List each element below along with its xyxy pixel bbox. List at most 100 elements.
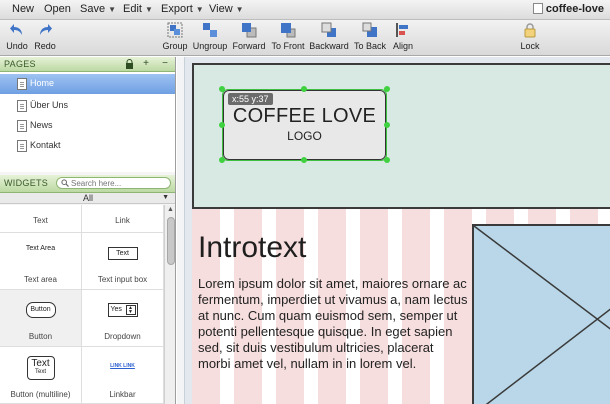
- dropdown-preview: Yes ▲ ▼: [107, 303, 138, 317]
- pages-header: PAGES + −: [0, 57, 175, 72]
- widget-filter-dropdown[interactable]: All ▼: [0, 193, 175, 204]
- menu-open[interactable]: Open: [44, 3, 71, 15]
- menu-save-label: Save: [80, 3, 106, 15]
- widgets-header-title: WIDGETS: [4, 178, 49, 188]
- image-placeholder-icon: [473, 225, 610, 404]
- page-item-label: Kontakt: [30, 140, 61, 150]
- spinner-icon: ▲ ▼: [125, 305, 136, 315]
- redo-label: Redo: [34, 41, 56, 51]
- widget-filter-value: All: [82, 193, 93, 203]
- left-panel: PAGES + − Home Über Uns News Kontakt WID…: [0, 57, 176, 404]
- widget-label: Text: [33, 216, 48, 225]
- bring-to-front-icon: [281, 23, 296, 38]
- chevron-down-icon: ▼: [144, 5, 153, 14]
- resize-handle-top-left[interactable]: [219, 86, 225, 92]
- lock-icon: [125, 59, 133, 69]
- scroll-up-icon: ▲: [167, 206, 174, 213]
- menu-export[interactable]: Export ▼: [161, 3, 204, 15]
- widget-button[interactable]: Button Button: [0, 290, 82, 347]
- page-item-news[interactable]: News: [0, 116, 175, 136]
- document-icon: [532, 3, 543, 14]
- menu-edit-label: Edit: [123, 3, 142, 15]
- button-multiline-preview: Text Text: [26, 356, 55, 380]
- intro-paragraph[interactable]: Lorem ipsum dolor sit amet, maiores orna…: [198, 276, 468, 372]
- page-item-label: News: [30, 120, 53, 130]
- menu-save[interactable]: Save ▼: [80, 3, 116, 15]
- dropdown-preview-value: Yes: [110, 306, 122, 313]
- widget-text[interactable]: Text: [0, 205, 82, 233]
- scrollbar-thumb[interactable]: [167, 217, 175, 265]
- widget-label: Text area: [24, 275, 57, 284]
- document-title-text: coffee-love: [545, 3, 604, 15]
- send-backward-icon: [321, 22, 336, 37]
- search-icon: [61, 179, 69, 187]
- toolbar: Undo Redo Group Ungroup Forward To Front…: [0, 20, 610, 56]
- page-item-ueber-uns[interactable]: Über Uns: [0, 96, 175, 116]
- menu-edit[interactable]: Edit ▼: [123, 3, 153, 15]
- plus-icon: +: [143, 58, 149, 69]
- document-title: coffee-love: [532, 3, 604, 15]
- button-multiline-preview-title: Text: [31, 358, 50, 369]
- widget-search-input[interactable]: [56, 177, 171, 189]
- widget-scrollbar[interactable]: ▲: [164, 205, 175, 404]
- minus-icon: −: [162, 58, 168, 69]
- resize-handle-bottom[interactable]: [301, 157, 307, 163]
- widget-dropdown[interactable]: Yes ▲ ▼ Dropdown: [82, 290, 164, 347]
- design-canvas[interactable]: COFFEE LOVE LOGO x:55 y:37 Introtext Lor…: [177, 57, 610, 404]
- menu-new[interactable]: New: [12, 3, 34, 15]
- chevron-down-icon: ▼: [195, 5, 204, 14]
- align-button[interactable]: Align: [373, 22, 433, 51]
- menu-new-label: New: [12, 3, 35, 15]
- redo-icon: [40, 24, 52, 35]
- widget-label: Link: [115, 216, 130, 225]
- linkbar-preview: LINK LINK: [110, 363, 135, 369]
- button-multiline-preview-sub: Text: [34, 369, 46, 375]
- page-item-label: Über Uns: [30, 100, 69, 110]
- menu-open-label: Open: [44, 3, 71, 15]
- bring-forward-icon: [242, 23, 257, 38]
- page-item-home[interactable]: Home: [0, 74, 175, 94]
- widget-label: Button (multiline): [10, 390, 71, 399]
- widget-label: Button: [28, 332, 53, 341]
- resize-handle-top[interactable]: [301, 86, 307, 92]
- widget-grid: Text Link Text Area Text area Text Text …: [0, 205, 164, 404]
- chevron-down-icon: ▼: [235, 5, 244, 14]
- align-label: Align: [392, 41, 413, 51]
- add-page-button[interactable]: +: [139, 58, 153, 70]
- lock-icon: [524, 23, 536, 38]
- lock-pages-button[interactable]: [122, 58, 136, 70]
- menu-export-label: Export: [161, 3, 193, 15]
- page-item-label: Home: [30, 78, 55, 88]
- widget-button-multiline[interactable]: Text Text Button (multiline): [0, 347, 82, 404]
- resize-handle-right[interactable]: [384, 122, 390, 128]
- text-input-preview: Text: [107, 247, 138, 260]
- pages-header-title: PAGES: [4, 59, 36, 69]
- widget-label: Dropdown: [104, 332, 141, 341]
- coordinate-tooltip: x:55 y:37: [228, 93, 273, 105]
- page-item-kontakt[interactable]: Kontakt: [0, 136, 175, 156]
- text-area-preview: Text Area: [25, 245, 56, 252]
- remove-page-button[interactable]: −: [158, 58, 172, 70]
- lock-button[interactable]: Lock: [500, 22, 560, 51]
- resize-handle-top-right[interactable]: [384, 86, 390, 92]
- widget-text-area[interactable]: Text Area Text area: [0, 233, 82, 290]
- image-placeholder[interactable]: [472, 224, 610, 404]
- menu-view-label: View: [209, 3, 233, 15]
- resize-handle-bottom-right[interactable]: [384, 157, 390, 163]
- widget-text-input-box[interactable]: Text Text input box: [82, 233, 164, 290]
- widgets-header: WIDGETS: [0, 175, 175, 193]
- widget-label: Text input box: [97, 275, 148, 284]
- widget-label: Linkbar: [109, 390, 136, 399]
- intro-heading[interactable]: Introtext: [198, 231, 306, 265]
- resize-handle-left[interactable]: [219, 122, 225, 128]
- widget-link[interactable]: Link: [82, 205, 164, 233]
- vertical-ruler: [177, 57, 185, 404]
- menu-view[interactable]: View ▼: [209, 3, 244, 15]
- page-icon: [17, 140, 27, 152]
- menu-bar: New Open Save ▼ Edit ▼ Export ▼ View ▼ coffe…: [0, 0, 610, 20]
- page-icon: [17, 120, 27, 132]
- widget-linkbar[interactable]: LINK LINK Linkbar: [82, 347, 164, 404]
- redo-button[interactable]: Redo: [15, 22, 75, 51]
- resize-handle-bottom-left[interactable]: [219, 157, 225, 163]
- align-icon: [396, 23, 408, 37]
